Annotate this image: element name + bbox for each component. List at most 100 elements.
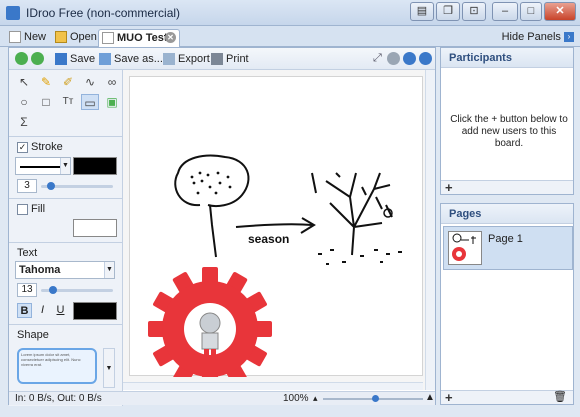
chevron-down-icon: ▼: [104, 262, 114, 278]
bold-button[interactable]: B: [17, 303, 32, 318]
ellipse-tool-icon[interactable]: ○: [15, 94, 33, 110]
stroke-label: Stroke: [31, 141, 63, 153]
settings-icon[interactable]: [387, 52, 400, 65]
page-list-item[interactable]: Page 1: [443, 226, 573, 270]
fill-color-picker[interactable]: [73, 219, 117, 237]
help-icon[interactable]: [419, 52, 432, 65]
close-tab-icon[interactable]: ✕: [165, 32, 176, 43]
shape-dropdown-button[interactable]: ▼: [103, 348, 115, 388]
pencil-tool-icon[interactable]: ✎: [37, 74, 55, 90]
highlighter-tool-icon[interactable]: ✐: [59, 74, 77, 90]
text-tool-icon[interactable]: Tт: [59, 94, 77, 110]
canvas-sheet[interactable]: season: [129, 76, 423, 391]
new-label: New: [24, 31, 47, 43]
shape-section-label: Shape: [17, 329, 49, 341]
trash-icon[interactable]: 🗑: [553, 391, 567, 404]
open-board-button[interactable]: Open: [52, 29, 98, 47]
connector-tool-icon[interactable]: ∞: [103, 74, 121, 90]
tools-divider: [9, 198, 123, 199]
app-icon: [6, 6, 20, 20]
gear-robot-image: [148, 267, 272, 391]
participants-title: Participants: [441, 48, 573, 68]
tools-divider: [9, 242, 123, 243]
arrow-right-icon: ›: [564, 32, 574, 43]
font-select[interactable]: Tahoma ▼: [15, 261, 115, 279]
drawing-layer: season: [148, 154, 402, 391]
save-label: Save: [70, 53, 96, 65]
shape-preview-text: Lorem ipsum dolor sit amet, consectetuer…: [21, 352, 81, 367]
close-window-button[interactable]: ✕: [544, 2, 576, 21]
new-board-button[interactable]: New: [6, 29, 50, 47]
save-as-label: Save as...: [114, 53, 163, 65]
save-button[interactable]: Save: [55, 52, 95, 66]
forward-icon[interactable]: [31, 52, 44, 65]
zoom-out-icon[interactable]: ▴: [313, 393, 318, 404]
stroke-slider-thumb[interactable]: [47, 182, 55, 190]
export-label: Export: [178, 53, 210, 65]
tree-canopy: [174, 154, 250, 207]
formula-tool-icon[interactable]: Σ: [15, 114, 33, 130]
window-menu-button[interactable]: ▤: [410, 2, 434, 21]
vertical-scrollbar[interactable]: [425, 70, 435, 390]
zoom-slider-thumb[interactable]: [372, 395, 379, 402]
board-panel: Save Save as... Export Print ⤢ ↖ ✎ ✐ ∿ ∞…: [8, 47, 436, 406]
window-restore-button[interactable]: ❐: [436, 2, 460, 21]
maximize-button[interactable]: □: [520, 2, 542, 21]
fill-label: Fill: [31, 203, 46, 215]
horizontal-scrollbar[interactable]: [123, 382, 423, 390]
underline-button[interactable]: U: [53, 303, 68, 318]
fill-checkbox[interactable]: [17, 204, 28, 215]
stroke-color-picker[interactable]: [73, 157, 117, 175]
save-as-button[interactable]: Save as...: [99, 52, 163, 66]
minimize-button[interactable]: –: [492, 2, 518, 21]
italic-button[interactable]: I: [35, 303, 50, 318]
text-color-picker[interactable]: [73, 302, 117, 320]
tools-panel: ↖ ✎ ✐ ∿ ∞ ○ □ Tт ▭ ▣ Σ ✓ Stroke ▼ 3 Fill…: [9, 70, 123, 406]
title-bar: IDroo Free (non-commercial) ▤ ❐ ⊡ – □ ✕: [0, 0, 580, 26]
tools-divider: [9, 324, 123, 325]
export-icon: [163, 53, 175, 65]
save-as-icon: [99, 53, 111, 65]
export-button[interactable]: Export: [163, 52, 210, 66]
rectangle-tool-icon[interactable]: □: [37, 94, 55, 110]
add-page-button[interactable]: +: [445, 391, 453, 404]
thumbnail-drawing: [452, 233, 476, 261]
select-tool-icon[interactable]: ↖: [15, 74, 33, 90]
status-bar: In: 0 B/s, Out: 0 B/s 100% ▴ ▲: [9, 391, 435, 405]
tab-bar: New Open MUO Test ✕ Hide Panels ›: [0, 26, 580, 47]
zoom-in-icon[interactable]: ▲: [425, 392, 435, 403]
callout-tool-icon[interactable]: ▭: [81, 94, 99, 110]
add-user-button[interactable]: +: [445, 181, 453, 194]
stroke-width-input[interactable]: 3: [17, 179, 37, 193]
participants-panel: Participants Click the + button below to…: [440, 47, 574, 195]
whiteboard-canvas[interactable]: season: [123, 70, 435, 391]
page-thumbnail: [448, 231, 482, 265]
chevron-down-icon: ▼: [60, 158, 70, 174]
image-tool-icon[interactable]: ▣: [103, 94, 121, 110]
shape-style-preview[interactable]: Lorem ipsum dolor sit amet, consectetuer…: [17, 348, 97, 384]
tab-muo-test[interactable]: MUO Test ✕: [98, 29, 180, 47]
season-text: season: [248, 232, 289, 246]
info-icon[interactable]: [403, 52, 416, 65]
stroke-style-select[interactable]: ▼: [15, 157, 71, 175]
stroke-checkbox[interactable]: ✓: [17, 142, 28, 153]
back-icon[interactable]: [15, 52, 28, 65]
print-button[interactable]: Print: [211, 52, 249, 66]
fullscreen-icon[interactable]: ⤢: [373, 52, 382, 65]
document-toolbar: Save Save as... Export Print ⤢: [9, 48, 435, 70]
tools-divider: [9, 136, 123, 137]
hide-panels-button[interactable]: Hide Panels ›: [502, 31, 574, 43]
font-size-input[interactable]: 13: [17, 283, 37, 297]
window-pin-button[interactable]: ⊡: [462, 2, 486, 21]
window-title: IDroo Free (non-commercial): [26, 6, 181, 20]
page-label: Page 1: [488, 233, 523, 245]
tree-trunk: [209, 204, 217, 258]
freehand-tool-icon[interactable]: ∿: [81, 74, 99, 90]
pages-panel: Pages Page 1 + 🗑: [440, 203, 574, 405]
ground-leaves: [318, 249, 402, 265]
folder-icon: [55, 31, 67, 43]
arrow-line: [235, 223, 313, 228]
transfer-status: In: 0 B/s, Out: 0 B/s: [15, 393, 102, 404]
font-slider-thumb[interactable]: [49, 286, 57, 294]
tree-dots: [190, 171, 232, 195]
